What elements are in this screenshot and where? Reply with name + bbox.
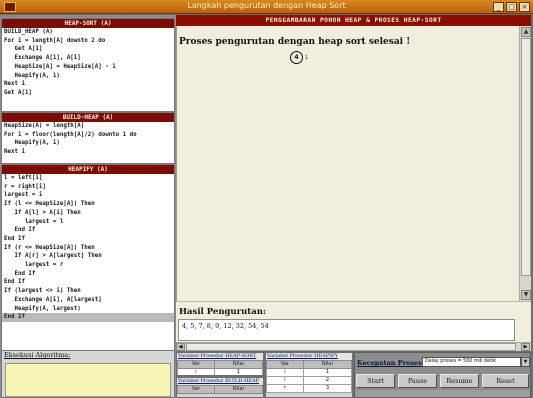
chevron-down-icon[interactable]: ▼ — [521, 357, 530, 367]
code-line: Next i — [4, 81, 25, 88]
column-header: Var — [177, 360, 215, 369]
reset-button[interactable]: Reset — [482, 374, 529, 388]
code-line: Heapify(A, 1) — [4, 72, 60, 79]
heap-node-index: 1 — [305, 55, 309, 61]
code-line: r = right[i] — [4, 183, 46, 190]
build-heap-vars-table: Variabel Prosedur BUILD-HEAP Var Nilai — [176, 377, 264, 398]
minimize-button[interactable]: _ — [493, 2, 504, 12]
status-message: Proses pengurutan dengan heap sort seles… — [179, 37, 411, 47]
column-header: Nilai — [213, 360, 263, 369]
table-caption: Variabel Prosedur HEAP-SORT — [177, 353, 263, 360]
scroll-left-icon[interactable]: ◀ — [176, 343, 185, 351]
footer-strip — [355, 390, 530, 397]
pause-button[interactable]: Pause — [398, 374, 437, 388]
table-row: i 1 — [266, 368, 352, 377]
build-heap-header: BUILD-HEAP (A) — [2, 113, 174, 122]
heap-sort-code: HEAP-SORT (A) BUILD_HEAP (A) For i = len… — [1, 18, 175, 112]
window-controls: _ □ × — [493, 2, 530, 12]
close-button[interactable]: × — [519, 2, 530, 12]
code-line: Heapify(A, largest) — [4, 305, 81, 312]
heap-node: 4 — [290, 51, 303, 64]
execution-label: Eksekusi Algoritma: — [4, 351, 71, 359]
code-line: If (r <= HeapSize[A]) Then — [4, 244, 95, 251]
heap-sort-vars-table: Variabel Prosedur HEAP-SORT Var Nilai i … — [176, 352, 264, 376]
code-panel: HEAP-SORT (A) BUILD_HEAP (A) For i = len… — [0, 15, 176, 398]
window-titlebar: Langkah pengurutan dengan Heap Sort _ □ … — [0, 0, 533, 14]
code-line: If A[l] > A[i] Then — [4, 209, 81, 216]
reset-button-label: Reset — [496, 377, 515, 385]
pause-button-label: Pause — [407, 377, 428, 385]
heapify-code: HEAPIFY (A) l = left[i] r = right[i] lar… — [1, 164, 175, 360]
code-line: For i = length[A] downto 2 do — [4, 37, 106, 44]
code-line: Exchange A[1], A[i] — [4, 55, 81, 62]
code-line: End If — [4, 279, 25, 286]
table-cell: 3 — [302, 384, 352, 393]
code-line: If (l <= HeapSize[A]) Then — [4, 201, 95, 208]
heapify-vars-table: Variabel Prosedur HEAPIFY Var Nilai i 1 … — [265, 352, 353, 398]
code-line: HeapSize(A) = length[A] — [4, 123, 85, 129]
table-row: i 1 — [177, 368, 263, 375]
result-output[interactable]: 4, 5, 7, 8, 9, 12, 32, 54, 54 — [178, 319, 515, 341]
speed-select[interactable]: Delay proses = 500 mili detik — [422, 357, 521, 367]
heap-tree-canvas — [176, 26, 519, 301]
table-cell: 1 — [302, 368, 352, 377]
table-cell: r — [266, 384, 304, 393]
code-line: BUILD_HEAP (A) — [4, 29, 53, 35]
code-line: Heapify(A, i) — [4, 140, 60, 147]
table-caption: Variabel Prosedur BUILD-HEAP — [177, 378, 263, 385]
visualization-header: PENGGAMBARAN POHON HEAP & PROSES HEAP-SO… — [176, 15, 531, 26]
table-cell: i — [177, 368, 215, 375]
column-header: Var — [266, 360, 304, 369]
code-line: largest = l — [4, 218, 64, 225]
table-row: r 3 — [266, 384, 352, 393]
maximize-button[interactable]: □ — [506, 2, 517, 12]
column-header: Var — [177, 385, 215, 394]
scroll-right-icon[interactable]: ▶ — [521, 343, 530, 351]
execution-panel: Eksekusi Algoritma: — [1, 350, 175, 398]
resume-button[interactable]: Resume — [440, 374, 479, 388]
code-line: largest = r — [4, 262, 64, 269]
table-caption: Variabel Prosedur HEAPIFY — [266, 353, 352, 360]
code-line: Exchange A[i], A[largest] — [4, 296, 102, 303]
start-button-label: Start — [367, 377, 384, 385]
code-line: End If — [4, 227, 36, 234]
code-line: End If — [4, 235, 25, 242]
scroll-down-icon[interactable]: ▼ — [521, 290, 531, 300]
column-header: Nilai — [213, 385, 263, 394]
table-cell: 1 — [213, 368, 263, 375]
start-button[interactable]: Start — [356, 374, 395, 388]
table-cell: i — [266, 368, 304, 377]
execution-output[interactable] — [5, 363, 171, 397]
heap-sort-header: HEAP-SORT (A) — [2, 19, 174, 28]
scroll-thumb[interactable] — [521, 38, 531, 276]
table-row: l 2 — [266, 376, 352, 385]
code-line-highlighted: End If — [2, 313, 174, 322]
resume-button-label: Resume — [446, 377, 473, 385]
scroll-thumb[interactable] — [186, 343, 516, 351]
horizontal-scrollbar[interactable]: ◀ ▶ — [176, 342, 531, 351]
code-line: If (largest <> i) Then — [4, 288, 81, 295]
code-line: Get A[1] — [4, 89, 32, 96]
code-line: l = left[i] — [4, 175, 43, 181]
column-header: Nilai — [302, 360, 352, 369]
code-line: Get A[1] — [4, 46, 43, 53]
code-line: End If — [4, 270, 36, 277]
window-title: Langkah pengurutan dengan Heap Sort — [187, 1, 346, 10]
scroll-up-icon[interactable]: ▲ — [521, 27, 531, 37]
build-heap-code: BUILD-HEAP (A) HeapSize(A) = length[A] F… — [1, 112, 175, 164]
code-line: If A[r] > A[largest] Then — [4, 253, 102, 260]
table-cell: l — [266, 376, 304, 385]
code-line: For i = floor(length[A]/2) downto 1 do — [4, 131, 137, 138]
vertical-scrollbar[interactable]: ▲ ▼ — [519, 26, 531, 301]
code-line: largest = i — [4, 192, 43, 199]
code-line: Next i — [4, 149, 25, 156]
heapify-header: HEAPIFY (A) — [2, 165, 174, 174]
table-cell: 2 — [302, 376, 352, 385]
result-label: Hasil Pengurutan: — [179, 307, 267, 317]
speed-label: Kecepatan Proses: — [357, 359, 425, 367]
code-line: HeapSize[A] = HeapSize[A] - 1 — [4, 63, 116, 70]
